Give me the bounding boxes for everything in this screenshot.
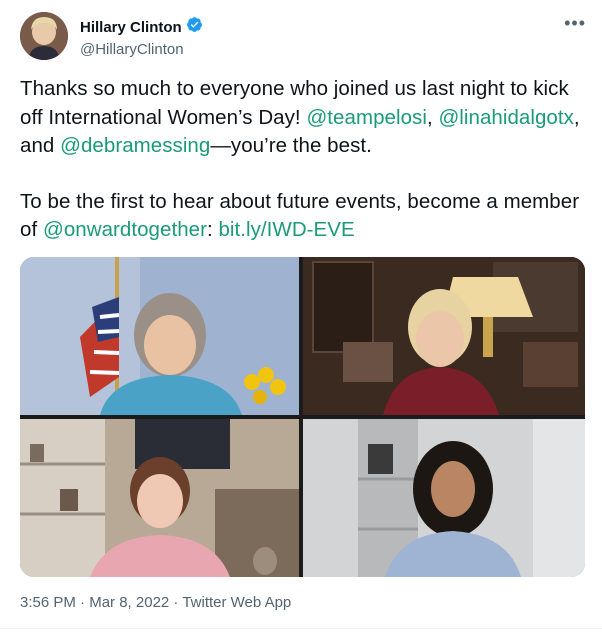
- tweet-media-image[interactable]: [20, 257, 585, 577]
- tweet-date[interactable]: Mar 8, 2022: [89, 594, 169, 611]
- mention-onwardtogether[interactable]: @onwardtogether: [43, 218, 207, 241]
- tweet-paragraph-2: To be the first to hear about future eve…: [20, 188, 580, 245]
- text-segment: :: [206, 218, 219, 241]
- video-tile-bottom-right: [303, 419, 585, 577]
- video-tile-top-right: [303, 257, 585, 415]
- tweet-source: Twitter Web App: [182, 594, 292, 611]
- meta-separator: ·: [169, 594, 183, 611]
- author-names: Hillary Clinton @HillaryClinton: [80, 16, 203, 58]
- tweet-text: Thanks so much to everyone who joined us…: [20, 75, 580, 245]
- display-name[interactable]: Hillary Clinton: [80, 19, 182, 36]
- meta-separator: ·: [75, 594, 90, 611]
- tweet-paragraph-1: Thanks so much to everyone who joined us…: [20, 75, 580, 161]
- more-options-icon[interactable]: •••: [564, 14, 586, 32]
- mention-linahidalgotx[interactable]: @linahidalgotx: [438, 106, 573, 129]
- tweet-time[interactable]: 3:56 PM: [20, 594, 76, 611]
- tweet-header: Hillary Clinton @HillaryClinton •••: [20, 10, 586, 62]
- video-tile-top-left: [20, 257, 299, 415]
- handle[interactable]: @HillaryClinton: [80, 41, 203, 58]
- tweet-meta: 3:56 PM · Mar 8, 2022 · Twitter Web App: [20, 594, 291, 611]
- divider: [0, 628, 602, 629]
- mention-teampelosi[interactable]: @teampelosi: [306, 106, 427, 129]
- video-tile-bottom-left: [20, 419, 299, 577]
- avatar[interactable]: [20, 12, 68, 60]
- verified-badge-icon: [186, 16, 203, 38]
- text-segment: ,: [426, 105, 439, 129]
- mention-debramessing[interactable]: @debramessing: [60, 134, 210, 157]
- text-segment: —you’re the best.: [210, 134, 372, 157]
- tweet-link[interactable]: bit.ly/IWD-EVE: [218, 218, 354, 241]
